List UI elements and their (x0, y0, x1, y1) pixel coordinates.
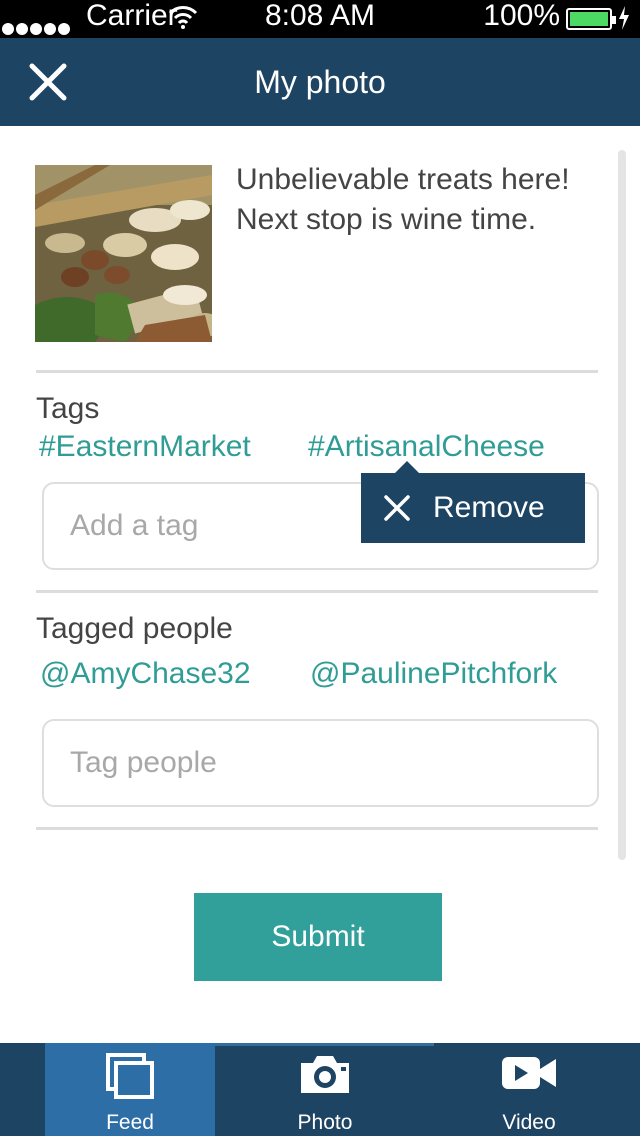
feed-icon (106, 1053, 154, 1099)
photo-thumbnail (35, 165, 212, 342)
charging-bolt-icon (619, 6, 629, 30)
divider (36, 590, 598, 593)
tagged-person-link[interactable]: @AmyChase32 (40, 657, 251, 691)
scrollbar[interactable] (618, 150, 626, 860)
remove-tag-tooltip[interactable]: Remove (361, 461, 585, 543)
photo-caption: Unbelievable treats here! Next stop is w… (236, 163, 570, 236)
camera-icon (301, 1056, 349, 1093)
tag-people-input[interactable] (44, 721, 597, 805)
tab-video[interactable]: Video (444, 1043, 614, 1136)
nav-bar: My photo (0, 38, 640, 126)
tab-label: Video (502, 1111, 556, 1134)
tab-bar: Feed Photo Video (0, 1043, 640, 1136)
video-icon (502, 1057, 556, 1089)
tag-link[interactable]: #ArtisanalCheese (308, 430, 545, 464)
tab-label: Photo (297, 1111, 353, 1134)
tab-photo[interactable]: Photo (240, 1043, 410, 1136)
battery-percent: 100% (483, 0, 560, 32)
close-icon (384, 495, 410, 521)
tags-heading: Tags (36, 392, 100, 425)
tagged-person-link[interactable]: @PaulinePitchfork (310, 657, 557, 691)
tab-feed[interactable]: Feed (45, 1043, 215, 1136)
remove-tag-label: Remove (433, 491, 545, 524)
battery-icon (566, 8, 616, 30)
tag-people-field[interactable] (42, 719, 599, 807)
page-title: My photo (254, 64, 386, 100)
tagged-people-heading: Tagged people (36, 612, 233, 645)
status-bar: Carrier 8:08 AM 100% (0, 0, 640, 38)
tag-link[interactable]: #EasternMarket (39, 430, 251, 464)
divider (36, 370, 598, 373)
submit-button[interactable]: Submit (194, 893, 442, 981)
divider (36, 827, 598, 830)
close-icon[interactable] (24, 58, 72, 106)
tab-label: Feed (106, 1111, 154, 1134)
